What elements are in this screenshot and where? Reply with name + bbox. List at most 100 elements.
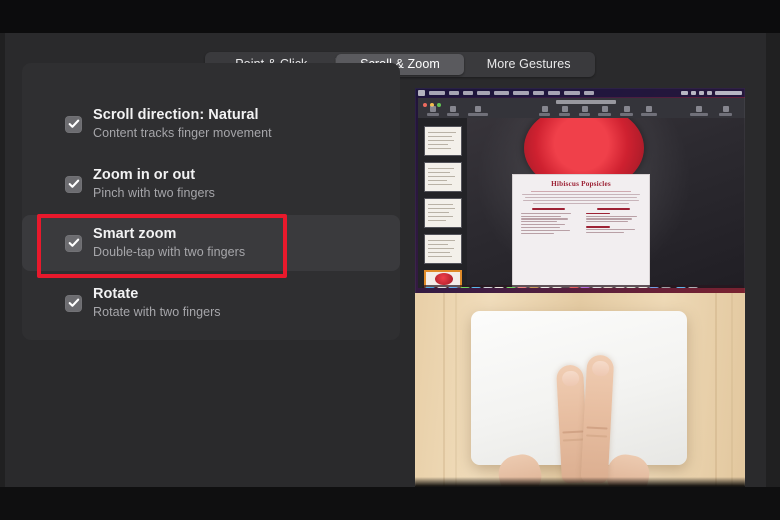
- toolbar-media-label: [620, 113, 633, 116]
- title-rule: [531, 190, 631, 192]
- mac-dock[interactable]: [422, 285, 744, 288]
- list-item-scroll-direction[interactable]: Scroll direction: Natural Content tracks…: [22, 96, 400, 152]
- list-item-title: Smart zoom: [93, 226, 177, 242]
- toolbar-text-icon[interactable]: [582, 106, 588, 112]
- menu-item-help: [584, 90, 594, 95]
- document-title-bar: [556, 100, 616, 104]
- list-item-rotate[interactable]: Rotate Rotate with two fingers: [22, 275, 400, 331]
- checkmark-icon: [68, 119, 79, 128]
- dock-icon-maps[interactable]: [482, 286, 493, 288]
- body-line: [522, 193, 640, 195]
- menu-item-app: [429, 90, 445, 95]
- toolbar-media-icon[interactable]: [624, 106, 630, 112]
- fingernail: [561, 370, 579, 387]
- toolbar-view-icon[interactable]: [430, 106, 436, 112]
- dock-icon-music[interactable]: [517, 286, 527, 288]
- page-thumbnail[interactable]: [424, 234, 462, 264]
- dock-icon-app[interactable]: [626, 286, 636, 288]
- search-icon: [699, 90, 704, 95]
- page-thumbnail[interactable]: [424, 126, 462, 156]
- body-line: [533, 203, 629, 205]
- control-center-icon: [707, 90, 712, 95]
- dock-icon-mail[interactable]: [471, 286, 481, 288]
- tab-label: More Gestures: [486, 57, 571, 71]
- dock-icon-safari[interactable]: [448, 286, 458, 288]
- menu-item-file: [449, 90, 459, 95]
- preview-trackpad-photo: [415, 293, 745, 487]
- list-item-zoom-in-or-out[interactable]: Zoom in or out Pinch with two fingers: [22, 156, 400, 212]
- wifi-icon: [691, 90, 696, 95]
- list-item-subtitle: Content tracks finger movement: [93, 126, 272, 140]
- dock-icon-downloads[interactable]: [676, 286, 686, 288]
- list-item-text: Rotate Rotate with two fingers: [93, 286, 221, 320]
- checkbox-scroll-direction[interactable]: [65, 115, 82, 133]
- directions-column: [585, 208, 642, 235]
- toolbar-table-label: [539, 113, 550, 116]
- body-line: [525, 196, 637, 198]
- menu-item-format: [494, 90, 509, 95]
- toolbar-chart-label: [559, 113, 570, 116]
- toolbar-shape-icon[interactable]: [602, 106, 608, 112]
- list-item-subtitle: Rotate with two fingers: [93, 305, 221, 319]
- dock-icon-system-settings[interactable]: [660, 286, 671, 288]
- menu-item-window: [564, 90, 580, 95]
- toolbar-view-label: [427, 113, 439, 116]
- toolbar-chart-icon[interactable]: [562, 106, 568, 112]
- ingredients-heading: [532, 208, 566, 211]
- maximize-icon[interactable]: [437, 103, 441, 107]
- toolbar-table-icon[interactable]: [542, 106, 548, 112]
- dock-icon-messages[interactable]: [459, 286, 470, 288]
- dock-icon-imovie[interactable]: [614, 286, 625, 288]
- page-thumbnail[interactable]: [424, 162, 462, 192]
- checkmark-icon: [68, 238, 79, 247]
- dock-icon-app-store[interactable]: [649, 286, 659, 288]
- dock-icon-reminders[interactable]: [551, 286, 562, 288]
- toolbar-format-icon[interactable]: [723, 106, 729, 112]
- preview-screen-recording: Hibiscus Popsicles: [415, 88, 745, 293]
- dock-icon-pages[interactable]: [591, 286, 602, 288]
- dock-icon-app[interactable]: [637, 286, 648, 288]
- toolbar-comment-icon[interactable]: [646, 106, 652, 112]
- close-icon[interactable]: [423, 103, 427, 107]
- toolbar-add-page-icon[interactable]: [475, 106, 481, 112]
- toolbar-text-label: [579, 113, 590, 116]
- toolbar-zoom-label: [447, 113, 459, 116]
- list-item-text: Scroll direction: Natural Content tracks…: [93, 107, 272, 141]
- apple-menu-icon: [418, 89, 425, 96]
- toolbar-comment-label: [641, 113, 657, 116]
- recipe-columns: [521, 208, 641, 235]
- list-item-subtitle: Pinch with two fingers: [93, 186, 215, 200]
- mac-menu-bar: [415, 88, 745, 97]
- dock-icon-finder[interactable]: [425, 286, 435, 288]
- gesture-preview-video: Hibiscus Popsicles: [415, 88, 745, 487]
- toolbar-collaborate-icon[interactable]: [696, 106, 702, 112]
- panel-left-edge: [0, 33, 5, 487]
- list-item-subtitle: Double-tap with two fingers: [93, 245, 246, 259]
- checkbox-zoom-in-or-out[interactable]: [65, 175, 82, 193]
- toolbar-collaborate-label: [690, 113, 708, 116]
- dock-icon-garageband[interactable]: [603, 286, 613, 288]
- dock-icon-photos[interactable]: [494, 286, 504, 288]
- dock-icon-numbers[interactable]: [580, 286, 590, 288]
- page-thumbnail[interactable]: [424, 198, 462, 228]
- dock-icon-podcasts[interactable]: [528, 286, 539, 288]
- list-item-smart-zoom[interactable]: Smart zoom Double-tap with two fingers: [22, 215, 400, 271]
- checkbox-smart-zoom[interactable]: [65, 234, 82, 252]
- dock-icon-trash[interactable]: [687, 286, 698, 288]
- list-item-text: Zoom in or out Pinch with two fingers: [93, 167, 215, 201]
- dock-icon-facetime[interactable]: [505, 286, 516, 288]
- magic-trackpad[interactable]: [471, 311, 687, 487]
- dock-icon-keynote[interactable]: [568, 286, 579, 288]
- toolbar-zoom-icon[interactable]: [450, 106, 456, 112]
- checkbox-rotate[interactable]: [65, 294, 82, 312]
- checkmark-icon: [68, 179, 79, 188]
- toolbar-shape-label: [598, 113, 611, 116]
- letterbox-top: [0, 0, 780, 33]
- dock-icon-notes[interactable]: [540, 286, 550, 288]
- page-thumbnail-sidebar[interactable]: [418, 118, 467, 288]
- tab-more-gestures[interactable]: More Gestures: [464, 54, 593, 75]
- pages-window: Hibiscus Popsicles: [418, 98, 745, 288]
- menu-item-edit: [463, 90, 473, 95]
- dock-icon-launchpad[interactable]: [436, 286, 447, 288]
- gesture-settings-list: Scroll direction: Natural Content tracks…: [22, 63, 400, 340]
